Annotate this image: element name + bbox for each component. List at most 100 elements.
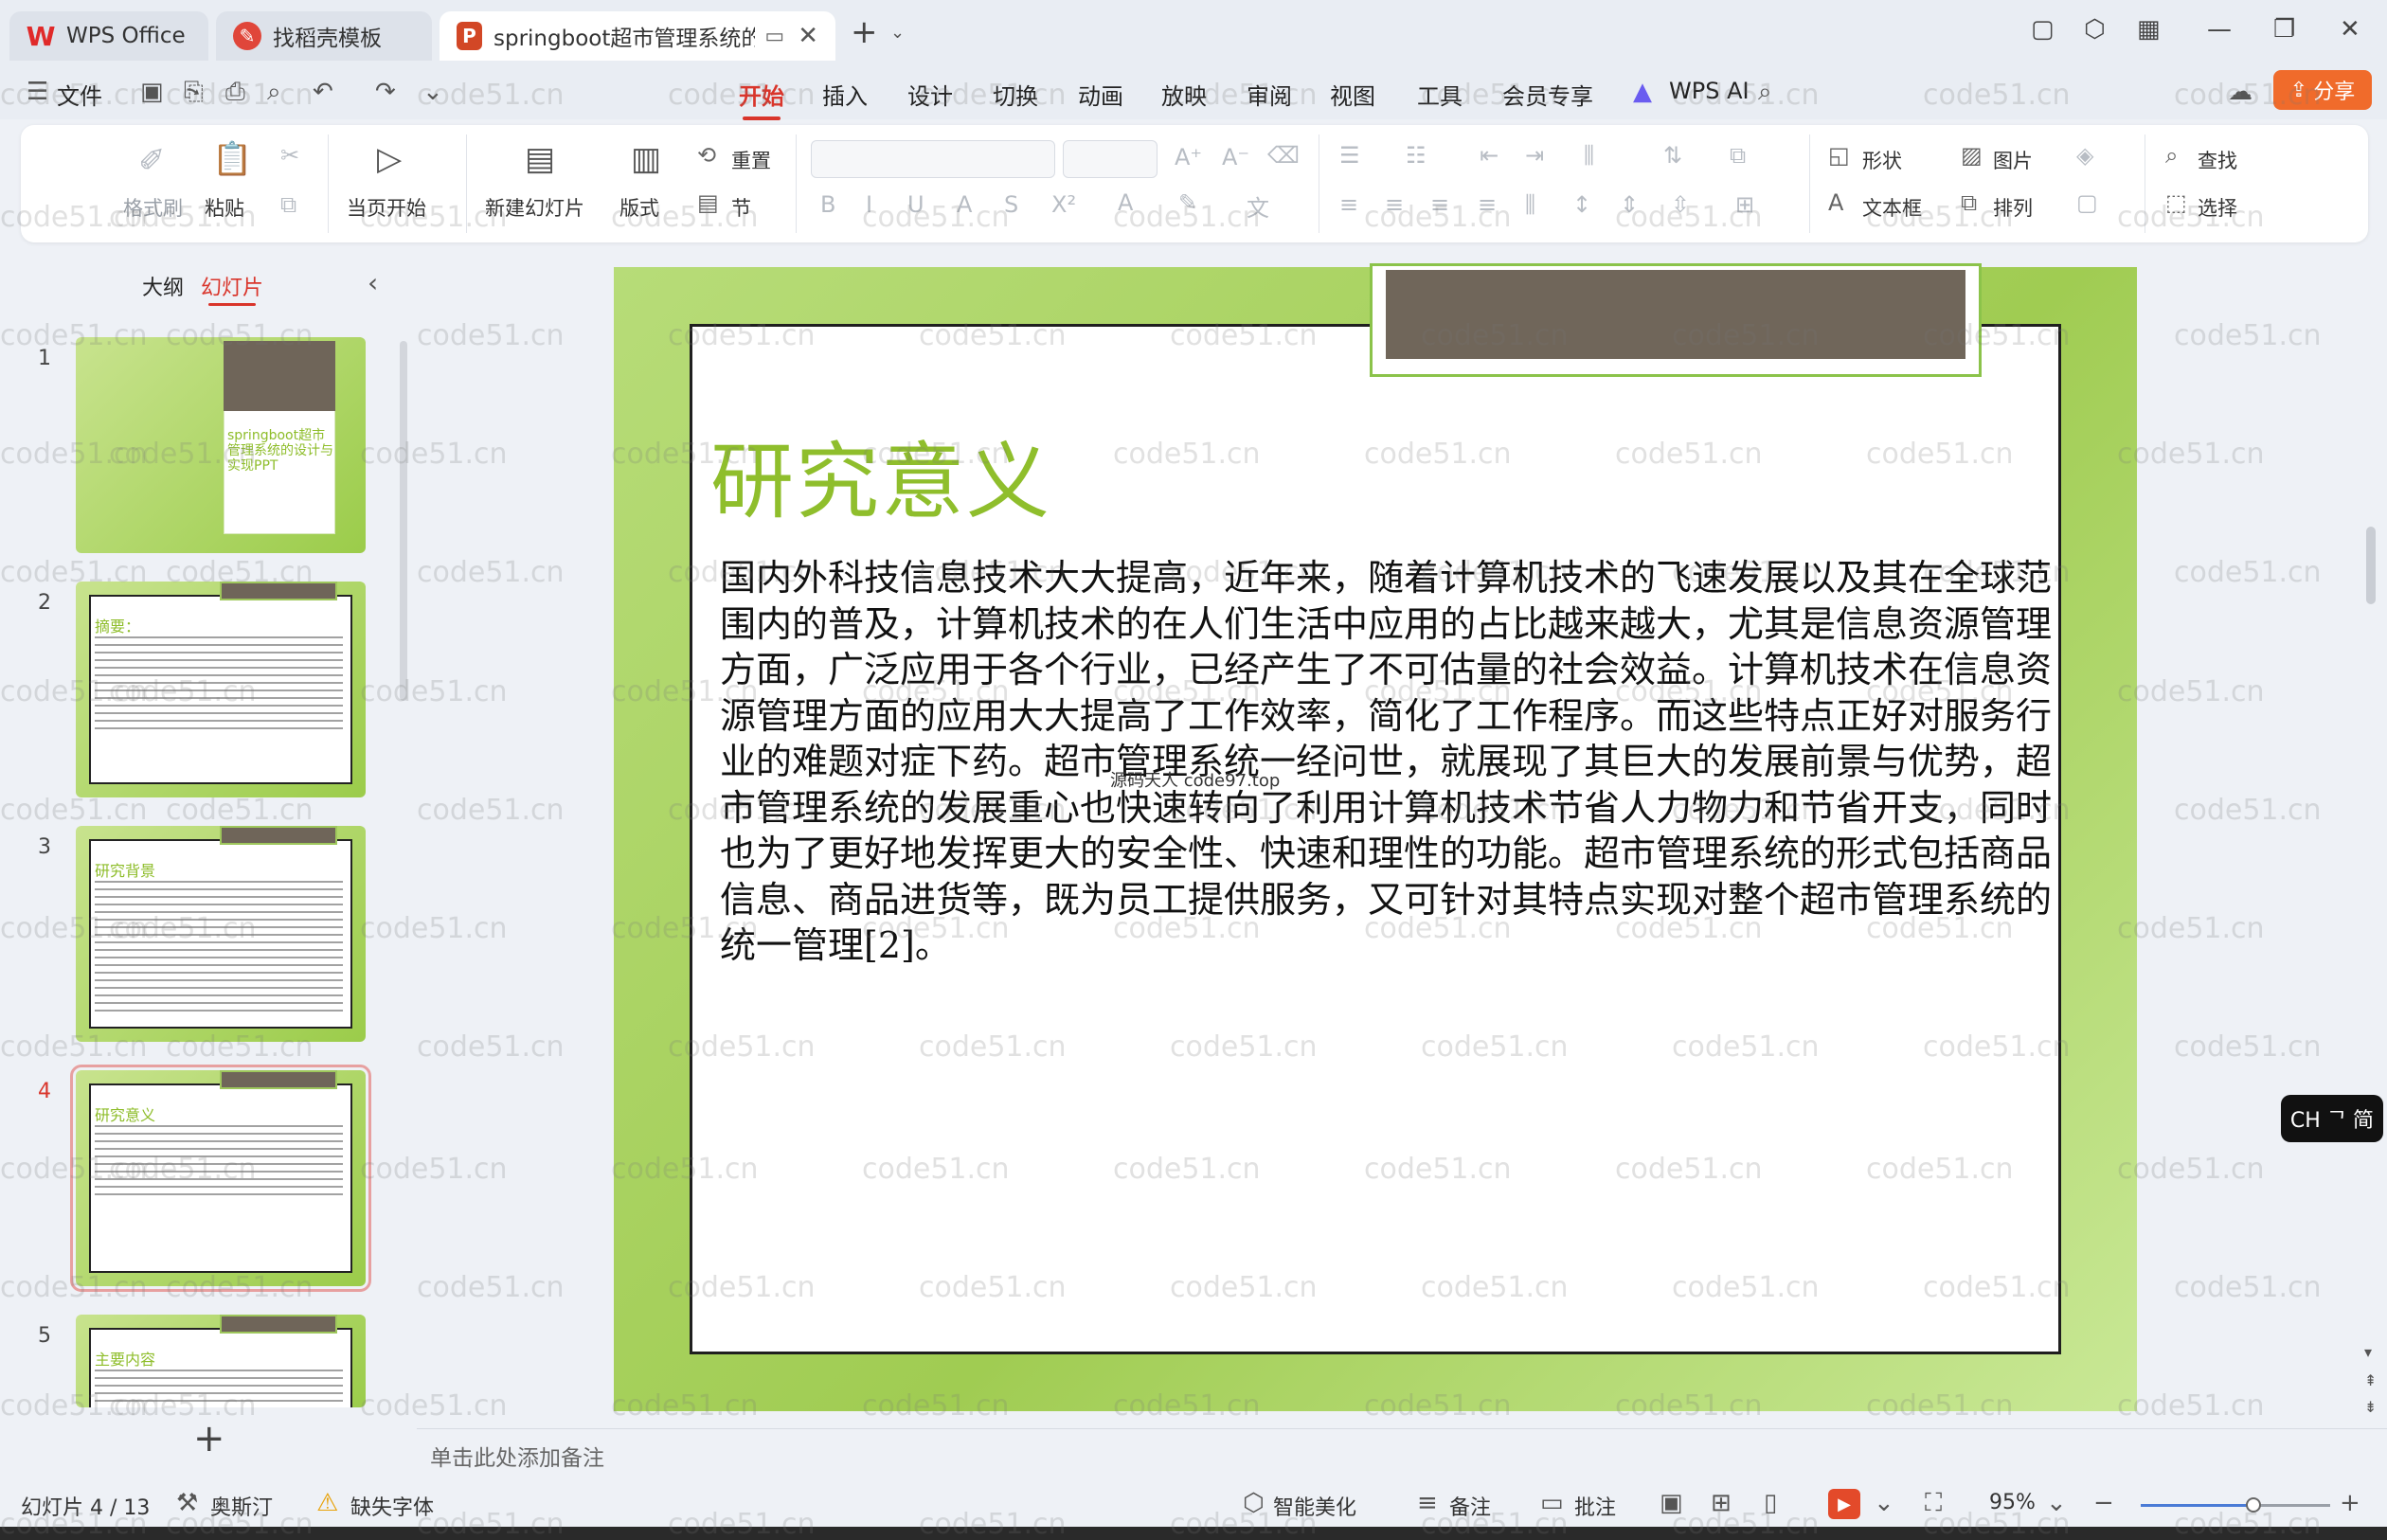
convert-smartart-icon[interactable]: ⧉: [1730, 142, 1746, 169]
text-direction-icon[interactable]: ⇅: [1663, 142, 1682, 169]
clear-format-icon[interactable]: ⌫: [1267, 142, 1300, 169]
slide-title[interactable]: 研究意义: [710, 415, 1051, 535]
format-painter-button[interactable]: 格式刷: [123, 193, 183, 222]
outline-icon[interactable]: ▢: [2076, 189, 2098, 216]
hamburger-icon[interactable]: ☰: [27, 78, 48, 106]
decrease-indent-icon[interactable]: ⇤: [1480, 142, 1499, 169]
menu-transitions[interactable]: 切换: [993, 78, 1038, 111]
menu-slideshow[interactable]: 放映: [1161, 78, 1207, 111]
zoom-slider[interactable]: [2141, 1497, 2330, 1513]
slide-thumbnail-3[interactable]: 研究背景: [76, 826, 366, 1042]
maximize-icon[interactable]: ❐: [2273, 15, 2295, 44]
close-window-icon[interactable]: ✕: [2340, 15, 2360, 44]
notes-placeholder[interactable]: 单击此处添加备注: [430, 1440, 604, 1472]
find-button[interactable]: 查找: [2198, 146, 2237, 174]
reading-view-icon[interactable]: ▯: [1764, 1489, 1777, 1517]
slide-canvas[interactable]: 研究意义 国内外科技信息技术大大提高，近年来，随着计算机技术的飞速发展以及其在全…: [614, 263, 2137, 1411]
menu-review[interactable]: 审阅: [1247, 78, 1292, 111]
bullets-icon[interactable]: ☰: [1339, 142, 1360, 169]
superscript-icon[interactable]: X²: [1051, 191, 1076, 218]
zoom-slider-thumb[interactable]: [2246, 1497, 2261, 1513]
italic-icon[interactable]: I: [866, 191, 872, 218]
tab-template[interactable]: ✎ 找稻壳模板: [216, 11, 432, 61]
zoom-out-icon[interactable]: −: [2093, 1489, 2114, 1517]
section-button[interactable]: 节: [731, 193, 751, 222]
main-scrollbar[interactable]: [2366, 527, 2376, 604]
menu-wps-ai[interactable]: WPS AI: [1669, 78, 1750, 104]
slide-thumbnail-4[interactable]: 研究意义: [70, 1065, 371, 1292]
slide-thumbnail-1[interactable]: springboot超市管理系统的设计与实现PPT: [76, 337, 366, 553]
align-center-icon[interactable]: ≡: [1385, 191, 1404, 218]
text-box-align-icon[interactable]: ⊞: [1735, 191, 1754, 218]
shape-button[interactable]: 形状: [1862, 146, 1902, 174]
textbox-button[interactable]: 文本框: [1862, 193, 1922, 222]
from-current-button[interactable]: 当页开始: [347, 193, 426, 222]
slide-thumbnail-5[interactable]: 主要内容: [76, 1315, 366, 1407]
new-tab-icon[interactable]: +: [851, 13, 878, 51]
cube-icon[interactable]: ⬡: [2084, 15, 2106, 44]
cut-icon[interactable]: ✂: [280, 142, 299, 169]
next-slide-icon[interactable]: ⇟: [2364, 1398, 2377, 1416]
tab-slides[interactable]: 幻灯片: [201, 271, 263, 306]
beautify-button[interactable]: 智能美化: [1273, 1491, 1356, 1521]
arrange-button[interactable]: 排列: [1993, 193, 2033, 222]
monitor-icon[interactable]: ▭: [764, 25, 784, 48]
bold-icon[interactable]: B: [820, 191, 835, 218]
chevron-down-icon[interactable]: ⌄: [2046, 1489, 2067, 1517]
align-left-icon[interactable]: ≡: [1339, 191, 1358, 218]
save-icon[interactable]: ▣: [140, 78, 164, 106]
strikethrough-icon[interactable]: S: [1004, 191, 1018, 218]
line-spacing-icon[interactable]: ↕: [1572, 191, 1591, 218]
decrease-font-icon[interactable]: A⁻: [1222, 144, 1249, 170]
slide-sorter-icon[interactable]: ⊞: [1711, 1489, 1732, 1517]
distribute-icon[interactable]: ⫼: [1525, 191, 1535, 218]
search-icon[interactable]: ⌕: [1758, 78, 1772, 107]
phonetic-icon[interactable]: 文: [1247, 189, 1269, 223]
menu-animations[interactable]: 动画: [1078, 78, 1123, 111]
chevron-down-icon[interactable]: ⌄: [890, 23, 905, 43]
missing-font-button[interactable]: 缺失字体: [350, 1491, 434, 1521]
justify-icon[interactable]: ≡: [1478, 191, 1497, 218]
avatar[interactable]: ▦: [2137, 15, 2161, 44]
increase-font-icon[interactable]: A⁺: [1175, 144, 1202, 170]
slide-thumbnail-2[interactable]: 摘要：: [76, 582, 366, 797]
ime-indicator[interactable]: CH ᄀ 简: [2281, 1095, 2383, 1142]
shadow-icon[interactable]: A: [957, 191, 972, 218]
fill-icon[interactable]: ◈: [2076, 142, 2093, 169]
zoom-level[interactable]: 95%: [1989, 1491, 2036, 1514]
print-icon[interactable]: ⎙: [225, 78, 245, 107]
menu-tools[interactable]: 工具: [1417, 78, 1463, 111]
tablet-mode-icon[interactable]: ▢: [2031, 15, 2055, 44]
minimize-icon[interactable]: —: [2207, 15, 2232, 44]
numbering-icon[interactable]: ☷: [1406, 142, 1427, 169]
normal-view-icon[interactable]: ▣: [1660, 1489, 1683, 1517]
slideshow-play-button[interactable]: ▶: [1828, 1489, 1860, 1519]
reset-button[interactable]: 重置: [731, 146, 771, 174]
paste-button[interactable]: 粘贴: [205, 193, 244, 222]
tab-document[interactable]: P springboot超市管理系统的设 ▭ ✕: [440, 11, 835, 61]
chevron-down-icon[interactable]: ⌄: [1874, 1489, 1894, 1517]
font-size-select[interactable]: [1063, 140, 1158, 178]
font-color-icon[interactable]: A: [1118, 189, 1133, 216]
menu-design[interactable]: 设计: [907, 78, 953, 111]
close-tab-icon[interactable]: ✕: [798, 22, 818, 50]
layout-button[interactable]: 版式: [619, 193, 659, 222]
highlight-icon[interactable]: ✎: [1178, 189, 1197, 216]
undo-icon[interactable]: ↶: [313, 78, 333, 106]
export-pdf-icon[interactable]: ⎘: [184, 78, 204, 107]
slide-body-text[interactable]: 国内外科技信息技术大大提高，近年来，随着计算机技术的飞速发展以及其在全球范围内的…: [720, 555, 2065, 969]
tab-outline[interactable]: 大纲: [142, 271, 184, 301]
comment-button[interactable]: 批注: [1574, 1491, 1616, 1521]
paragraph-spacing-icon[interactable]: ⇕: [1620, 191, 1639, 218]
fit-window-icon[interactable]: ⛶: [1925, 1489, 1942, 1518]
font-family-select[interactable]: [811, 140, 1055, 178]
tab-wps-office[interactable]: W WPS Office: [9, 11, 208, 61]
menu-insert[interactable]: 插入: [822, 78, 868, 111]
prev-slide-icon[interactable]: ⇞: [2364, 1371, 2377, 1389]
align-right-icon[interactable]: ≡: [1430, 191, 1449, 218]
columns-icon[interactable]: ⫼: [1584, 142, 1594, 169]
select-button[interactable]: 选择: [2198, 193, 2237, 222]
zoom-in-icon[interactable]: +: [2340, 1489, 2360, 1517]
panel-scrollbar[interactable]: [400, 341, 407, 701]
new-slide-button[interactable]: 新建幻灯片: [485, 193, 584, 222]
